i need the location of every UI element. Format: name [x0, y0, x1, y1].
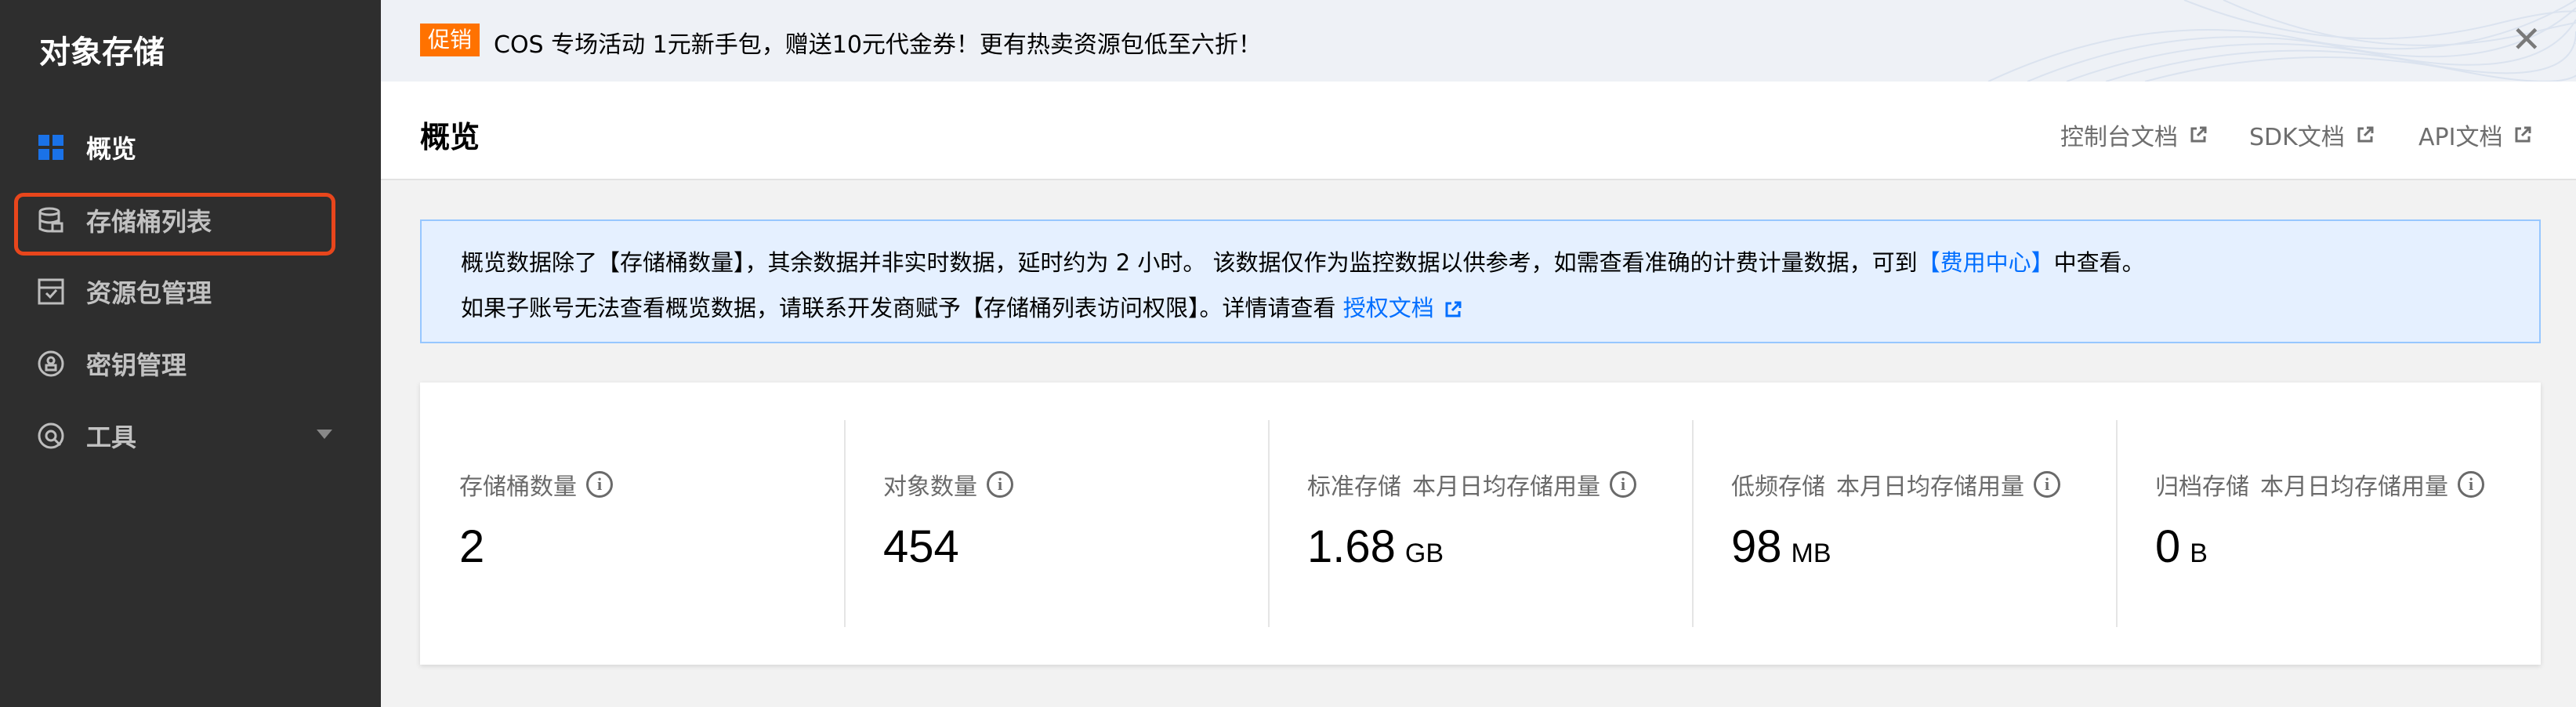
stat-label-text: 对象数量 — [883, 473, 977, 501]
stat-unit: MB — [1791, 538, 1831, 568]
sidebar-title: 对象存储 — [39, 34, 165, 71]
stat-label: 存储桶数量 i — [459, 467, 613, 502]
notice-text: 中查看。 — [2053, 249, 2145, 276]
stat-infrequent-storage: 低频存储 本月日均存储用量 i 98 MB — [1692, 420, 2116, 627]
link-label: 控制台文档 — [2060, 124, 2178, 151]
grid-icon — [36, 132, 66, 162]
sidebar: 对象存储 概览 存储桶列表 资源包管理 密钥管理 工具 — [0, 0, 381, 707]
page-header: 概览 控制台文档 SDK文档 API文档 — [381, 82, 2576, 180]
stat-value: 454 — [883, 520, 959, 573]
billing-center-link[interactable]: 【费用中心】 — [1918, 249, 2054, 276]
stat-sublabel: 本月日均存储用量 — [1412, 473, 1600, 501]
notice-text: 概览数据除了【存储桶数量】，其余数据并非实时数据，延时约为 2 小时。 该数据仅… — [461, 249, 1918, 276]
promo-wave-decoration — [1987, 0, 2576, 82]
external-link-icon — [2515, 126, 2531, 143]
stat-value: 2 — [459, 520, 484, 573]
stat-standard-storage: 标准存储 本月日均存储用量 i 1.68 GB — [1268, 420, 1692, 627]
stat-number: 0 — [2155, 521, 2181, 572]
stat-object-count: 对象数量 i 454 — [844, 420, 1268, 627]
stat-label: 标准存储 本月日均存储用量 i — [1307, 467, 1636, 502]
stat-sublabel: 本月日均存储用量 — [1836, 473, 2024, 501]
sidebar-item-overview[interactable]: 概览 — [0, 116, 381, 179]
sidebar-item-package[interactable]: 资源包管理 — [0, 260, 381, 323]
stat-number: 98 — [1731, 521, 1782, 572]
auth-doc-link[interactable]: 授权文档 — [1343, 295, 1462, 321]
sidebar-item-label: 概览 — [86, 134, 137, 164]
stat-archive-storage: 归档存储 本月日均存储用量 i 0B — [2116, 420, 2540, 627]
stat-sublabel: 本月日均存储用量 — [2260, 473, 2448, 501]
info-icon[interactable]: i — [987, 471, 1013, 498]
stat-unit: B — [2190, 538, 2208, 568]
page-title: 概览 — [420, 120, 480, 154]
stat-label: 对象数量 i — [883, 467, 1013, 502]
notice-line-1: 概览数据除了【存储桶数量】，其余数据并非实时数据，延时约为 2 小时。 该数据仅… — [461, 245, 2145, 277]
auth-doc-label: 授权文档 — [1342, 295, 1434, 321]
notice-text: 如果子账号无法查看概览数据，请联系开发商赋予【存储桶列表访问权限】。详情请查看 — [461, 295, 1336, 321]
promo-link[interactable]: COS 专场活动 1元新手包，赠送10元代金券！更有热卖资源包低至六折！ — [494, 25, 1262, 60]
external-link-icon — [2190, 126, 2207, 143]
stat-label: 低频存储 本月日均存储用量 i — [1731, 467, 2060, 502]
stats-card: 存储桶数量 i 2 对象数量 i 454 标准存储 本月日均存储用量 i 1.6… — [420, 383, 2541, 665]
stat-number: 1.68 — [1307, 521, 1396, 572]
link-label: SDK文档 — [2249, 124, 2345, 151]
stat-label-text: 标准存储 — [1307, 473, 1401, 501]
package-icon — [36, 277, 66, 306]
stat-number: 454 — [883, 521, 959, 572]
chevron-down-icon[interactable] — [317, 430, 332, 439]
close-icon[interactable]: ✕ — [2511, 17, 2542, 61]
link-label: API文档 — [2418, 124, 2503, 151]
info-icon[interactable]: i — [586, 471, 613, 498]
stat-value: 98 MB — [1731, 520, 1831, 573]
info-notice: 概览数据除了【存储桶数量】，其余数据并非实时数据，延时约为 2 小时。 该数据仅… — [420, 219, 2541, 343]
stat-value: 1.68 GB — [1307, 520, 1444, 573]
notice-line-2: 如果子账号无法查看概览数据，请联系开发商赋予【存储桶列表访问权限】。详情请查看 … — [461, 290, 1462, 323]
highlight-box — [14, 193, 335, 256]
sidebar-item-label: 工具 — [86, 422, 137, 452]
stat-number: 2 — [459, 521, 485, 572]
api-doc-link[interactable]: API文档 — [2418, 118, 2532, 152]
external-link-icon — [1445, 301, 1462, 317]
tool-icon — [36, 421, 66, 451]
key-icon — [36, 349, 66, 379]
info-icon[interactable]: i — [1610, 471, 1636, 498]
sidebar-item-label: 密钥管理 — [86, 350, 187, 380]
promo-tag: 促销 — [420, 24, 480, 56]
promo-banner: 促销 COS 专场活动 1元新手包，赠送10元代金券！更有热卖资源包低至六折！ … — [381, 0, 2576, 82]
stat-label-text: 低频存储 — [1731, 473, 1825, 501]
external-link-icon — [2357, 126, 2374, 143]
stat-value: 0B — [2155, 520, 2208, 573]
stat-bucket-count: 存储桶数量 i 2 — [420, 420, 844, 627]
stat-label: 归档存储 本月日均存储用量 i — [2155, 467, 2484, 502]
stat-label-text: 归档存储 — [2155, 473, 2249, 501]
stat-label-text: 存储桶数量 — [459, 473, 577, 501]
info-icon[interactable]: i — [2458, 471, 2484, 498]
stat-unit: GB — [1404, 538, 1444, 568]
console-doc-link[interactable]: 控制台文档 — [2060, 118, 2208, 152]
sidebar-item-label: 资源包管理 — [86, 278, 212, 308]
sdk-doc-link[interactable]: SDK文档 — [2249, 118, 2375, 152]
sidebar-item-key[interactable]: 密钥管理 — [0, 332, 381, 395]
sidebar-item-tools[interactable]: 工具 — [0, 404, 381, 467]
info-icon[interactable]: i — [2034, 471, 2060, 498]
